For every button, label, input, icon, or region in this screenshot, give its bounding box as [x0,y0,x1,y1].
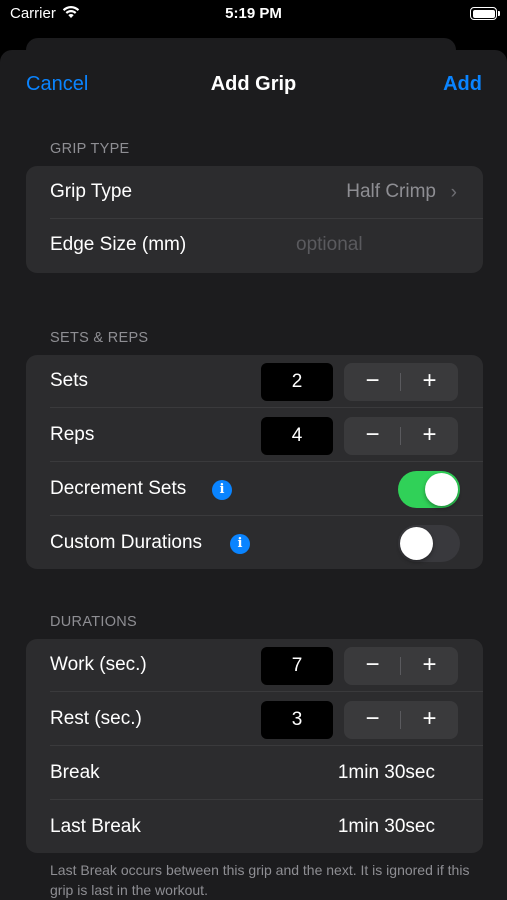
reps-stepper: − + [344,417,458,455]
work-value-field[interactable]: 7 [261,647,333,685]
break-label: Break [50,762,100,783]
edge-size-label: Edge Size (mm) [50,234,187,255]
work-row: Work (sec.) 7 − + [26,639,483,692]
toggle-knob [425,473,458,506]
rest-value-field[interactable]: 3 [261,701,333,739]
reps-label: Reps [50,424,95,445]
divider [50,515,483,516]
divider [50,407,483,408]
durations-footnote: Last Break occurs between this grip and … [50,862,470,898]
custom-durations-row: Custom Durations i [26,517,483,569]
chevron-right-icon: › [450,182,457,203]
sets-label: Sets [50,370,89,391]
decrement-sets-toggle[interactable] [398,471,460,508]
last-break-row[interactable]: Last Break 1min 30sec [26,801,483,853]
rest-decrement-button[interactable]: − [344,701,401,739]
add-button[interactable]: Add [443,73,482,96]
divider [50,691,483,692]
reps-decrement-button[interactable]: − [344,417,401,455]
break-value: 1min 30sec [337,762,435,783]
grip-type-row[interactable]: Grip Type Half Crimp › [26,166,483,219]
status-time: 5:19 PM [225,5,282,22]
last-break-label: Last Break [50,816,141,837]
divider [50,461,483,462]
divider [50,799,483,800]
reps-value-field[interactable]: 4 [261,417,333,455]
section-header-sets-reps: SETS & REPS [50,330,149,346]
edge-size-row[interactable]: Edge Size (mm) optional [26,219,483,273]
sets-increment-button[interactable]: + [401,363,458,401]
sets-decrement-button[interactable]: − [344,363,401,401]
section-header-grip-type: GRIP TYPE [50,141,130,157]
edge-size-input[interactable]: optional [296,234,363,256]
rest-stepper: − + [344,701,458,739]
battery-icon [470,7,500,20]
reps-increment-button[interactable]: + [401,417,458,455]
info-icon[interactable]: i [230,534,250,554]
custom-durations-toggle[interactable] [398,525,460,562]
grip-type-group: Grip Type Half Crimp › Edge Size (mm) op… [26,166,483,273]
custom-durations-label: Custom Durations [50,532,203,553]
grip-type-label: Grip Type [50,181,133,202]
decrement-sets-row: Decrement Sets i [26,463,483,516]
status-bar: Carrier 5:19 PM [0,0,507,30]
decrement-sets-label: Decrement Sets [50,478,187,499]
work-decrement-button[interactable]: − [344,647,401,685]
work-label: Work (sec.) [50,654,147,675]
rest-label: Rest (sec.) [50,708,142,729]
toggle-knob [400,527,433,560]
sets-row: Sets 2 − + [26,355,483,408]
page-title: Add Grip [210,73,297,95]
durations-group: Work (sec.) 7 − + Rest (sec.) 3 − + Brea… [26,639,483,853]
rest-increment-button[interactable]: + [401,701,458,739]
section-header-durations: DURATIONS [50,614,138,630]
work-stepper: − + [344,647,458,685]
break-row[interactable]: Break 1min 30sec [26,747,483,800]
last-break-value: 1min 30sec [337,816,435,837]
sets-stepper: − + [344,363,458,401]
reps-row: Reps 4 − + [26,409,483,462]
work-increment-button[interactable]: + [401,647,458,685]
rest-row: Rest (sec.) 3 − + [26,693,483,746]
grip-type-value: Half Crimp [346,181,436,202]
sets-value-field[interactable]: 2 [261,363,333,401]
divider [50,745,483,746]
info-icon[interactable]: i [212,480,232,500]
sets-reps-group: Sets 2 − + Reps 4 − + Decrement Sets i C… [26,355,483,569]
